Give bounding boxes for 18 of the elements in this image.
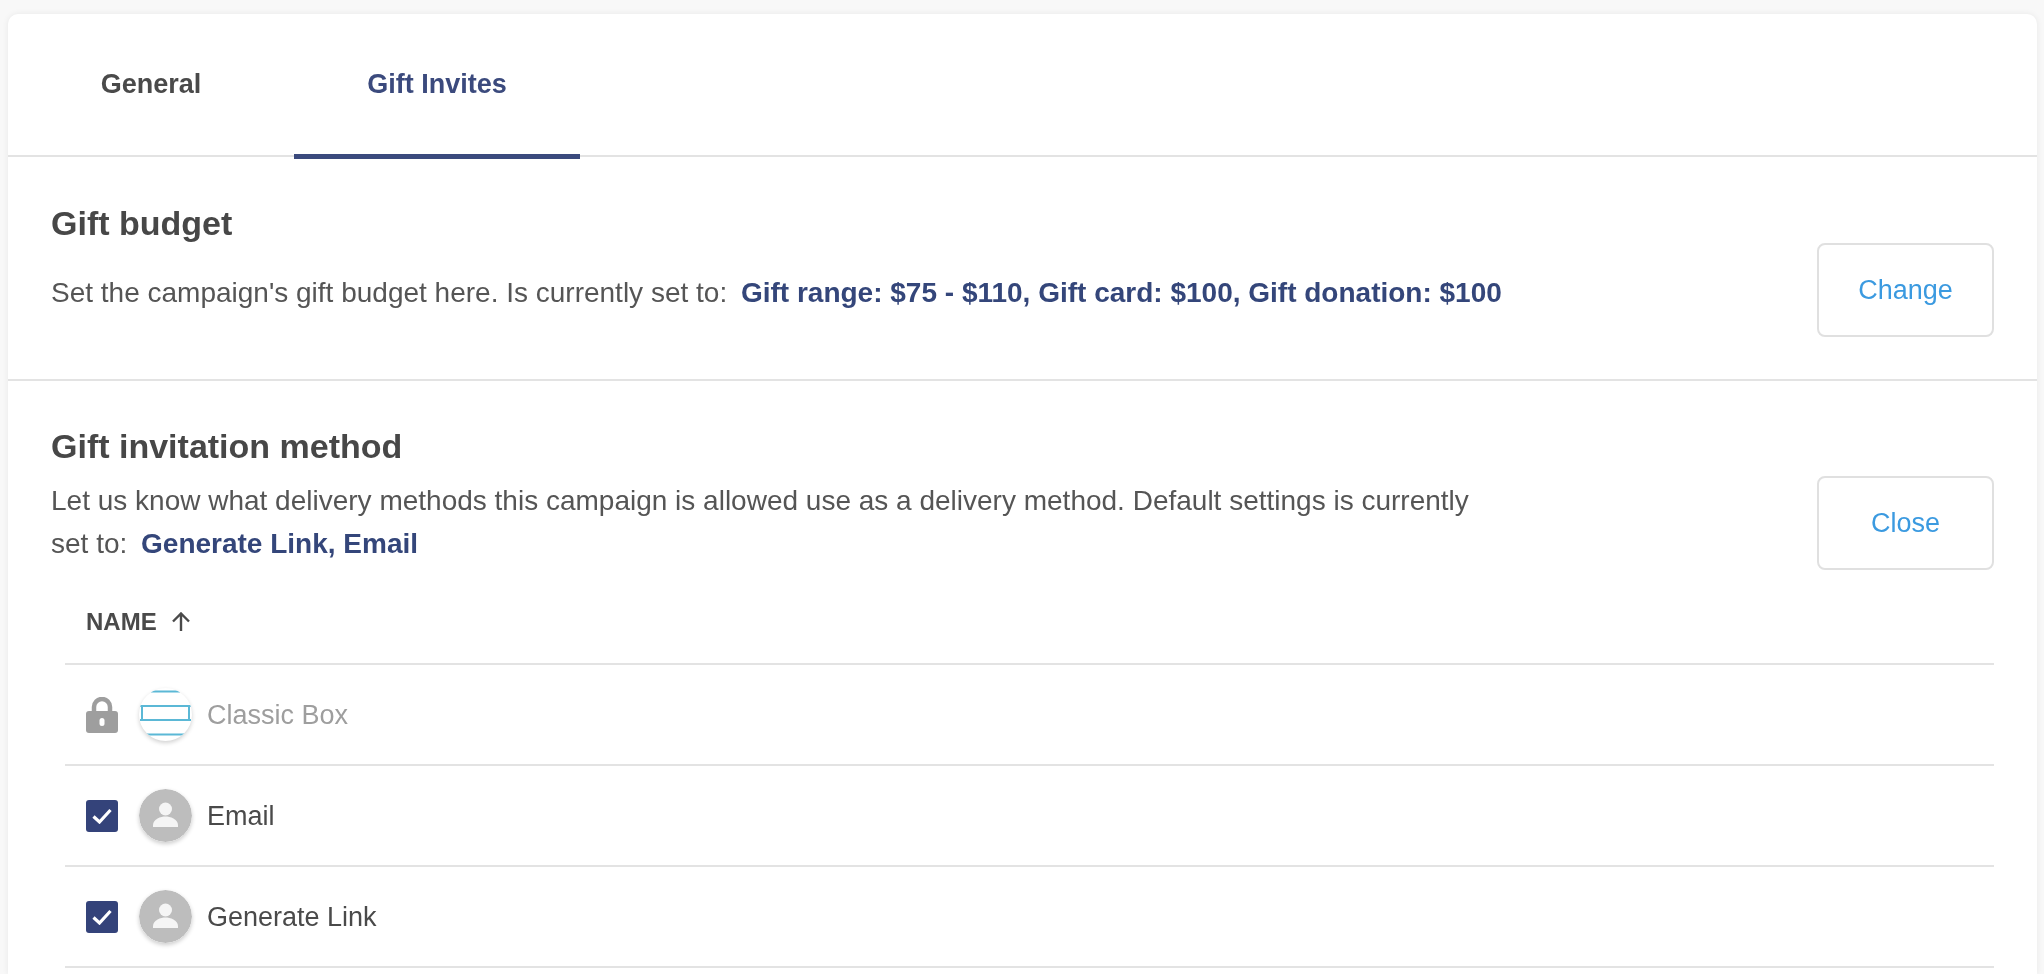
- avatar-icon: [139, 789, 192, 842]
- section-description: Let us know what delivery methods this campaign is allowed use as a delivery method. Default settings is currently set to: Generate Link, Email: [51, 484, 1470, 561]
- tab[interactable]: Gift Invites: [294, 14, 580, 159]
- column-header[interactable]: NAME: [86, 603, 157, 640]
- tab[interactable]: General: [8, 14, 294, 159]
- section-title: Gift invitation method: [51, 426, 404, 466]
- check-icon: [92, 807, 112, 824]
- method-name: Classic Box: [207, 698, 349, 732]
- section-title: Gift budget: [51, 203, 234, 243]
- section-description: Set the campaign's gift budget here. Is currently set to: Gift range: $75 - $110, Gift card: $100, Gift donation: $100: [51, 276, 1502, 310]
- lock-icon: [86, 696, 118, 733]
- method-name: Email: [207, 799, 275, 833]
- box-thumbnail-icon: [139, 688, 192, 741]
- method-name: Generate Link: [207, 900, 377, 934]
- checkbox[interactable]: [86, 799, 118, 832]
- checkbox[interactable]: [86, 900, 118, 933]
- check-icon: [92, 908, 112, 925]
- avatar-icon: [139, 890, 192, 943]
